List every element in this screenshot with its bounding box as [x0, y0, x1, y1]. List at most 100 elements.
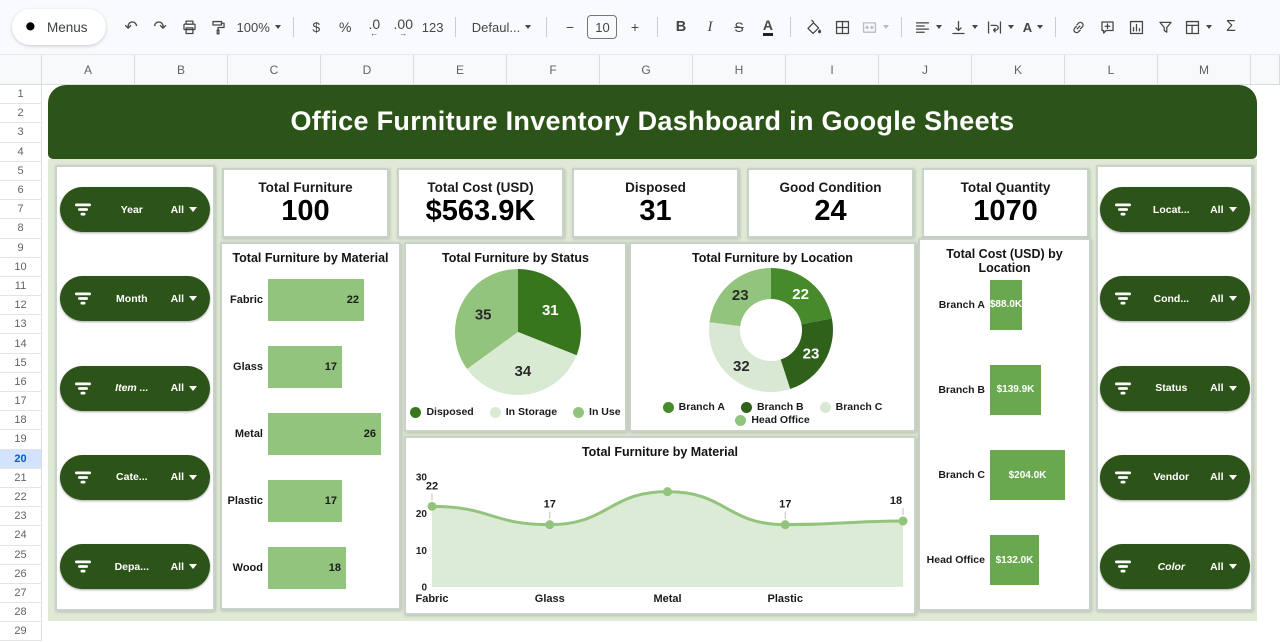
- column-header-m[interactable]: M: [1158, 55, 1251, 85]
- filter-status[interactable]: StatusAll: [1100, 366, 1250, 411]
- create-filter-button[interactable]: [1152, 12, 1179, 42]
- font-menu[interactable]: Defaul...: [465, 12, 537, 42]
- paint-format-button[interactable]: [205, 12, 232, 42]
- menus-search[interactable]: Menus: [12, 9, 106, 45]
- filter-value-dropdown[interactable]: All: [1210, 382, 1236, 394]
- chart-cost-by-location-bar[interactable]: Total Cost (USD) by Location Branch A$88…: [918, 238, 1091, 611]
- column-header-h[interactable]: H: [693, 55, 786, 85]
- row-header-5[interactable]: 5: [0, 162, 42, 181]
- chart-furniture-by-status-pie[interactable]: Total Furniture by Status 313435 Dispose…: [404, 242, 627, 432]
- text-rotation-menu[interactable]: A: [1019, 12, 1046, 42]
- table-views-menu[interactable]: [1181, 12, 1215, 42]
- row-header-6[interactable]: 6: [0, 181, 42, 200]
- row-header-7[interactable]: 7: [0, 200, 42, 219]
- decrease-font-size-button[interactable]: −: [556, 12, 583, 42]
- column-header-e[interactable]: E: [414, 55, 507, 85]
- filter-year[interactable]: YearAll: [60, 187, 210, 232]
- row-header-21[interactable]: 21: [0, 469, 42, 488]
- row-header-24[interactable]: 24: [0, 526, 42, 545]
- filter-month[interactable]: MonthAll: [60, 276, 210, 321]
- bold-button[interactable]: B: [667, 12, 694, 42]
- increase-decimal-button[interactable]: .00→: [390, 12, 417, 42]
- chart-furniture-by-material-area[interactable]: Total Furniture by Material 010203022171…: [404, 436, 916, 615]
- row-header-4[interactable]: 4: [0, 143, 42, 162]
- filter-cate[interactable]: Cate...All: [60, 455, 210, 500]
- print-button[interactable]: [176, 12, 203, 42]
- chart-furniture-by-location-donut[interactable]: Total Furniture by Location 22233223 Bra…: [629, 242, 916, 432]
- zoom-menu[interactable]: 100%: [234, 12, 284, 42]
- filter-value-dropdown[interactable]: All: [1210, 293, 1236, 305]
- filter-value-dropdown[interactable]: All: [171, 471, 197, 483]
- row-header-3[interactable]: 3: [0, 123, 42, 142]
- filter-depa[interactable]: Depa...All: [60, 544, 210, 589]
- filter-value-dropdown[interactable]: All: [171, 382, 197, 394]
- filter-value-dropdown[interactable]: All: [171, 293, 197, 305]
- column-header-f[interactable]: F: [507, 55, 600, 85]
- text-color-button[interactable]: A: [754, 12, 781, 42]
- filter-color[interactable]: ColorAll: [1100, 544, 1250, 589]
- filter-value-dropdown[interactable]: All: [1210, 471, 1236, 483]
- row-header-20[interactable]: 20: [0, 450, 42, 469]
- row-header-29[interactable]: 29: [0, 622, 42, 641]
- merge-cells-button[interactable]: [858, 12, 892, 42]
- font-size-input[interactable]: 10: [587, 15, 617, 39]
- filter-vendor[interactable]: VendorAll: [1100, 455, 1250, 500]
- row-header-10[interactable]: 10: [0, 258, 42, 277]
- row-header-23[interactable]: 23: [0, 507, 42, 526]
- row-header-18[interactable]: 18: [0, 411, 42, 430]
- filter-item[interactable]: Item ...All: [60, 366, 210, 411]
- row-header-22[interactable]: 22: [0, 488, 42, 507]
- column-header-i[interactable]: I: [786, 55, 879, 85]
- row-header-14[interactable]: 14: [0, 334, 42, 353]
- horizontal-align-menu[interactable]: [911, 12, 945, 42]
- column-header-b[interactable]: B: [135, 55, 228, 85]
- row-header-11[interactable]: 11: [0, 277, 42, 296]
- strikethrough-button[interactable]: S: [725, 12, 752, 42]
- italic-button[interactable]: I: [696, 12, 723, 42]
- insert-link-button[interactable]: [1065, 12, 1092, 42]
- row-header-13[interactable]: 13: [0, 315, 42, 334]
- row-header-19[interactable]: 19: [0, 430, 42, 449]
- insert-chart-button[interactable]: [1123, 12, 1150, 42]
- column-header-j[interactable]: J: [879, 55, 972, 85]
- filter-value-dropdown[interactable]: All: [171, 204, 197, 216]
- insert-comment-button[interactable]: [1094, 12, 1121, 42]
- borders-button[interactable]: [829, 12, 856, 42]
- vertical-align-menu[interactable]: [947, 12, 981, 42]
- filter-value-dropdown[interactable]: All: [171, 561, 197, 573]
- row-header-17[interactable]: 17: [0, 392, 42, 411]
- column-header-g[interactable]: G: [600, 55, 693, 85]
- number-format-button[interactable]: 123: [419, 12, 447, 42]
- filter-value-dropdown[interactable]: All: [1210, 561, 1236, 573]
- row-header-16[interactable]: 16: [0, 373, 42, 392]
- row-header-25[interactable]: 25: [0, 546, 42, 565]
- row-header-27[interactable]: 27: [0, 584, 42, 603]
- filter-cond[interactable]: Cond...All: [1100, 276, 1250, 321]
- filter-value-dropdown[interactable]: All: [1210, 204, 1236, 216]
- row-header-2[interactable]: 2: [0, 104, 42, 123]
- row-header-8[interactable]: 8: [0, 219, 42, 238]
- column-header-extra[interactable]: [1251, 55, 1280, 85]
- row-header-12[interactable]: 12: [0, 296, 42, 315]
- undo-button[interactable]: ↶: [118, 12, 145, 42]
- format-currency-button[interactable]: $: [303, 12, 330, 42]
- column-header-c[interactable]: C: [228, 55, 321, 85]
- row-header-9[interactable]: 9: [0, 239, 42, 258]
- select-all-corner[interactable]: [0, 54, 42, 85]
- column-header-l[interactable]: L: [1065, 55, 1158, 85]
- column-header-a[interactable]: A: [42, 55, 135, 85]
- decrease-decimal-button[interactable]: .0←: [361, 12, 388, 42]
- format-percent-button[interactable]: %: [332, 12, 359, 42]
- row-header-26[interactable]: 26: [0, 565, 42, 584]
- row-header-1[interactable]: 1: [0, 85, 42, 104]
- increase-font-size-button[interactable]: +: [621, 12, 648, 42]
- filter-locat[interactable]: Locat...All: [1100, 187, 1250, 232]
- text-wrapping-menu[interactable]: [983, 12, 1017, 42]
- fill-color-button[interactable]: [800, 12, 827, 42]
- row-header-28[interactable]: 28: [0, 603, 42, 622]
- column-header-d[interactable]: D: [321, 55, 414, 85]
- redo-button[interactable]: ↷: [147, 12, 174, 42]
- chart-furniture-by-material-bar[interactable]: Total Furniture by Material Fabric22Glas…: [220, 242, 401, 610]
- column-header-k[interactable]: K: [972, 55, 1065, 85]
- row-header-15[interactable]: 15: [0, 354, 42, 373]
